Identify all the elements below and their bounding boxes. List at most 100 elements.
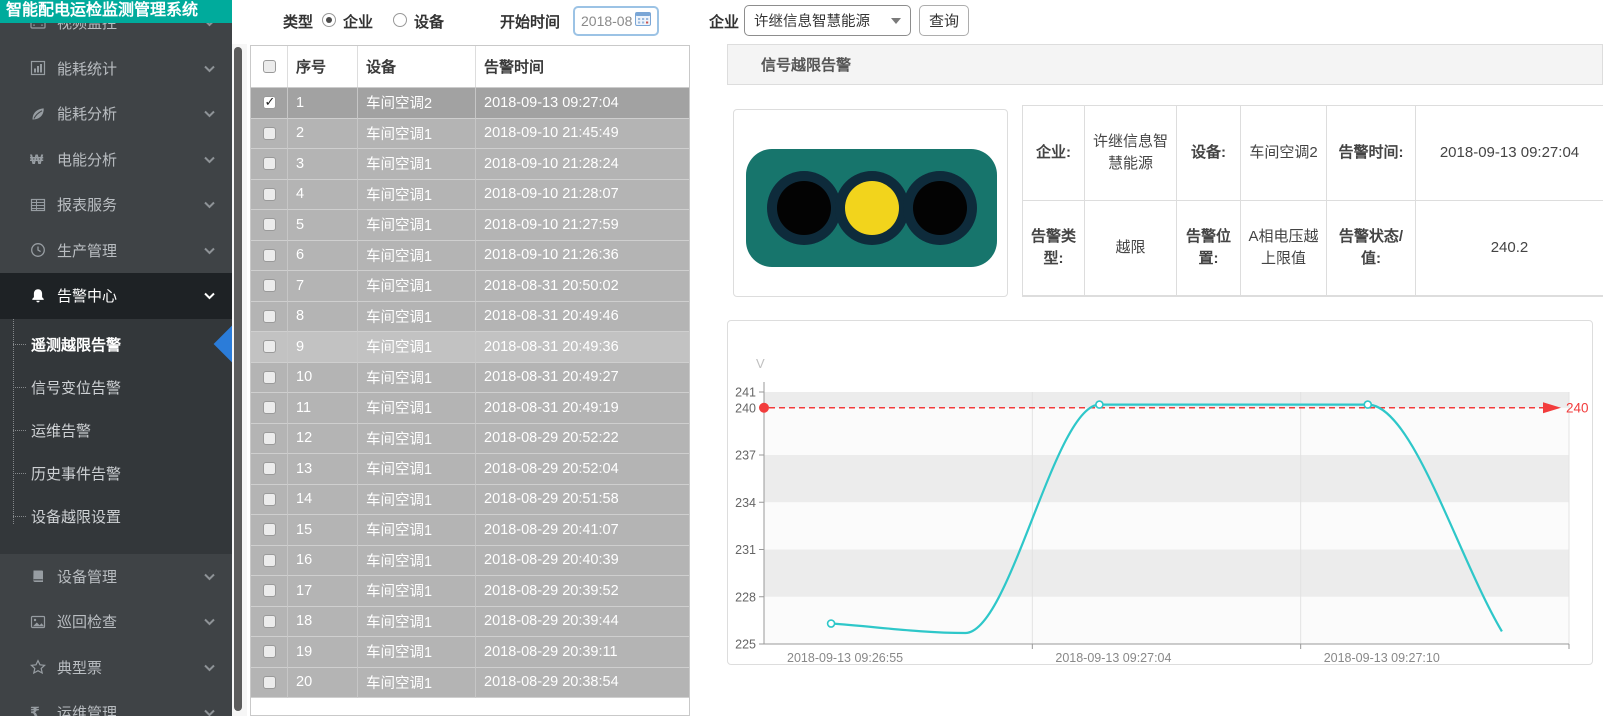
table-row[interactable]: 17 车间空调1 2018-08-29 20:39:52 bbox=[251, 576, 689, 607]
select-all-checkbox[interactable] bbox=[263, 60, 276, 73]
chevron-down-icon bbox=[204, 105, 215, 122]
cell-time: 2018-08-29 20:52:22 bbox=[476, 424, 689, 455]
cell-device: 车间空调1 bbox=[358, 180, 476, 211]
type-radio-device-label[interactable]: 设备 bbox=[414, 11, 444, 32]
row-checkbox[interactable] bbox=[263, 371, 276, 384]
row-checkbox[interactable] bbox=[263, 584, 276, 597]
row-checkbox[interactable] bbox=[263, 310, 276, 323]
row-checkbox[interactable] bbox=[263, 218, 276, 231]
cell-time: 2018-08-31 20:49:19 bbox=[476, 393, 689, 424]
table-row[interactable]: 9 车间空调1 2018-08-31 20:49:36 bbox=[251, 332, 689, 363]
sidebar-item-energy-stats[interactable]: 能耗统计 bbox=[0, 46, 232, 92]
table-row[interactable]: 13 车间空调1 2018-08-29 20:52:04 bbox=[251, 454, 689, 485]
sidebar-item-ops-mgmt[interactable]: ₹ 运维管理 bbox=[0, 690, 232, 716]
row-checkbox[interactable] bbox=[263, 96, 276, 109]
table-row[interactable]: 10 车间空调1 2018-08-31 20:49:27 bbox=[251, 363, 689, 394]
sidebar-subitem-device-limit-setting[interactable]: 设备越限设置 bbox=[0, 495, 232, 538]
sidebar-item-label: 电能分析 bbox=[57, 149, 204, 170]
type-radio-device[interactable] bbox=[393, 13, 407, 27]
query-button[interactable]: 查询 bbox=[919, 5, 969, 36]
cell-seq: 3 bbox=[288, 149, 358, 180]
calendar-icon[interactable] bbox=[635, 11, 651, 31]
table-row[interactable]: 20 车间空调1 2018-08-29 20:38:54 bbox=[251, 668, 689, 699]
row-checkbox[interactable] bbox=[263, 340, 276, 353]
cell-seq: 5 bbox=[288, 210, 358, 241]
svg-text:2018-09-13 09:27:04: 2018-09-13 09:27:04 bbox=[1055, 651, 1171, 664]
sidebar-subitem-label: 信号变位告警 bbox=[31, 377, 121, 398]
table-row[interactable]: 18 车间空调1 2018-08-29 20:39:44 bbox=[251, 607, 689, 638]
row-checkbox[interactable] bbox=[263, 432, 276, 445]
type-radio-enterprise-label[interactable]: 企业 bbox=[343, 11, 373, 32]
sidebar-item-typical-ticket[interactable]: 典型票 bbox=[0, 645, 232, 691]
enterprise-select[interactable]: 许继信息智慧能源 bbox=[744, 5, 911, 36]
start-time-input[interactable]: 2018-08 bbox=[573, 6, 659, 36]
table-row[interactable]: 12 车间空调1 2018-08-29 20:52:22 bbox=[251, 424, 689, 455]
cell-device: 车间空调1 bbox=[358, 424, 476, 455]
sidebar-subitem-telemetry-limit-alarm[interactable]: 遥测越限告警 bbox=[0, 323, 232, 366]
sidebar-item-label: 运维管理 bbox=[57, 702, 204, 716]
cell-time: 2018-08-29 20:38:54 bbox=[476, 668, 689, 699]
table-row[interactable]: 6 车间空调1 2018-09-10 21:26:36 bbox=[251, 241, 689, 272]
sidebar-item-label: 巡回检查 bbox=[57, 611, 204, 632]
sidebar-subitem-history-event-alarm[interactable]: 历史事件告警 bbox=[0, 452, 232, 495]
row-checkbox[interactable] bbox=[263, 462, 276, 475]
svg-text:241: 241 bbox=[735, 386, 756, 400]
sidebar-item-device-mgmt[interactable]: 设备管理 bbox=[0, 554, 232, 600]
sidebar-item-power-analysis[interactable]: ₩ 电能分析 bbox=[0, 137, 232, 183]
row-checkbox[interactable] bbox=[263, 615, 276, 628]
sidebar-item-production-mgmt[interactable]: 生产管理 bbox=[0, 228, 232, 274]
sidebar-item-report-service[interactable]: 报表服务 bbox=[0, 182, 232, 228]
app-title: 智能配电运检监测管理系统 bbox=[0, 0, 232, 23]
table-row[interactable]: 4 车间空调1 2018-09-10 21:28:07 bbox=[251, 180, 689, 211]
table-row[interactable]: 7 车间空调1 2018-08-31 20:50:02 bbox=[251, 271, 689, 302]
sidebar-item-patrol-inspection[interactable]: 巡回检查 bbox=[0, 599, 232, 645]
table-row[interactable]: 11 车间空调1 2018-08-31 20:49:19 bbox=[251, 393, 689, 424]
chevron-down-icon bbox=[204, 287, 215, 304]
svg-text:225: 225 bbox=[735, 638, 756, 652]
table-row[interactable]: 15 车间空调1 2018-08-29 20:41:07 bbox=[251, 515, 689, 546]
table-scrollbar-thumb[interactable] bbox=[234, 47, 242, 711]
cell-device: 车间空调1 bbox=[358, 119, 476, 150]
col-header-time: 告警时间 bbox=[476, 46, 689, 87]
row-checkbox[interactable] bbox=[263, 554, 276, 567]
table-row[interactable]: 1 车间空调2 2018-09-13 09:27:04 bbox=[251, 88, 689, 119]
cell-device: 车间空调1 bbox=[358, 210, 476, 241]
alarm-table: 序号 设备 告警时间 1 车间空调2 2018-09-13 09:27:04 2… bbox=[250, 45, 690, 716]
row-checkbox[interactable] bbox=[263, 249, 276, 262]
type-radio-enterprise[interactable] bbox=[322, 13, 336, 27]
table-row[interactable]: 8 车间空调1 2018-08-31 20:49:46 bbox=[251, 302, 689, 333]
row-checkbox[interactable] bbox=[263, 279, 276, 292]
cell-device: 车间空调1 bbox=[358, 332, 476, 363]
cell-time: 2018-08-29 20:39:11 bbox=[476, 637, 689, 668]
row-checkbox[interactable] bbox=[263, 493, 276, 506]
sidebar-submenu: 遥测越限告警 信号变位告警 运维告警 历史事件告警 设备越限设置 bbox=[0, 319, 232, 554]
start-time-value: 2018-08 bbox=[581, 13, 635, 29]
row-checkbox[interactable] bbox=[263, 157, 276, 170]
table-row[interactable]: 19 车间空调1 2018-08-29 20:39:11 bbox=[251, 637, 689, 668]
sidebar-subitem-signal-change-alarm[interactable]: 信号变位告警 bbox=[0, 366, 232, 409]
table-row[interactable]: 3 车间空调1 2018-09-10 21:28:24 bbox=[251, 149, 689, 180]
row-checkbox[interactable] bbox=[263, 401, 276, 414]
row-checkbox[interactable] bbox=[263, 188, 276, 201]
row-checkbox[interactable] bbox=[263, 645, 276, 658]
info-label: 告警时间: bbox=[1327, 106, 1416, 201]
sidebar-item-label: 典型票 bbox=[57, 657, 204, 678]
sidebar-item-alarm-center[interactable]: 告警中心 bbox=[0, 273, 232, 319]
table-row[interactable]: 5 车间空调1 2018-09-10 21:27:59 bbox=[251, 210, 689, 241]
table-row[interactable]: 2 车间空调1 2018-09-10 21:45:49 bbox=[251, 119, 689, 150]
cell-device: 车间空调1 bbox=[358, 607, 476, 638]
row-checkbox[interactable] bbox=[263, 127, 276, 140]
row-checkbox[interactable] bbox=[263, 676, 276, 689]
sidebar-item-energy-analysis[interactable]: 能耗分析 bbox=[0, 91, 232, 137]
cell-device: 车间空调1 bbox=[358, 668, 476, 699]
type-label: 类型 bbox=[283, 11, 313, 32]
dropdown-caret-icon bbox=[891, 18, 901, 24]
clock-icon bbox=[30, 242, 57, 258]
sidebar-subitem-ops-alarm[interactable]: 运维告警 bbox=[0, 409, 232, 452]
cell-seq: 11 bbox=[288, 393, 358, 424]
table-row[interactable]: 14 车间空调1 2018-08-29 20:51:58 bbox=[251, 485, 689, 516]
chevron-down-icon bbox=[204, 151, 215, 168]
row-checkbox[interactable] bbox=[263, 523, 276, 536]
table-row[interactable]: 16 车间空调1 2018-08-29 20:40:39 bbox=[251, 546, 689, 577]
panel-header: 信号越限告警 bbox=[727, 44, 1603, 85]
